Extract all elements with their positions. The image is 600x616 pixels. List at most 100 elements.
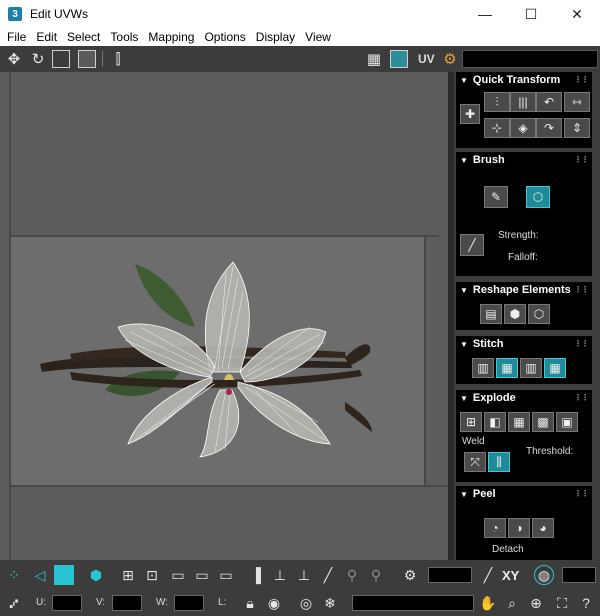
relax-button[interactable]: ⬢ bbox=[504, 304, 526, 324]
ring-selection-icon[interactable]: ▭ bbox=[192, 565, 212, 585]
brush-falloff-curve-button[interactable]: ╱ bbox=[460, 234, 484, 256]
v-coordinate-field[interactable] bbox=[112, 595, 142, 611]
stitch-header[interactable]: ▼ Stitch ⋮⋮ bbox=[456, 336, 592, 352]
break-button[interactable]: ⊞ bbox=[460, 412, 482, 432]
edge-loop-icon[interactable]: ▭ bbox=[216, 565, 236, 585]
texture-dropdown[interactable] bbox=[462, 50, 598, 68]
reset-peel-button[interactable]: ◕ bbox=[532, 518, 554, 538]
menu-display[interactable]: Display bbox=[251, 30, 300, 44]
grow-selection-icon[interactable]: ⊞ bbox=[118, 565, 138, 585]
pan-icon[interactable]: ✋ bbox=[478, 593, 498, 613]
explode-by-smoothing-button[interactable]: ▩ bbox=[532, 412, 554, 432]
xy-axis-label[interactable]: XY bbox=[502, 568, 519, 583]
zoom-icon[interactable]: ⌕ bbox=[502, 593, 522, 613]
close-button[interactable]: ✕ bbox=[554, 0, 600, 28]
stitch-to-source-button[interactable]: ▦ bbox=[544, 358, 566, 378]
falloff-select-icon[interactable]: ⚲ bbox=[366, 565, 386, 585]
rotate-ccw-button[interactable]: ↶ bbox=[536, 92, 562, 112]
space-vertical-button[interactable]: ⇕ bbox=[564, 118, 590, 138]
stitch-to-target-button[interactable]: ▦ bbox=[496, 358, 518, 378]
brush-select-icon[interactable]: ╱ bbox=[318, 565, 338, 585]
rotate-cw-button[interactable]: ↷ bbox=[536, 118, 562, 138]
detach-edge-verts-button[interactable]: ◧ bbox=[484, 412, 506, 432]
weld-selected-button[interactable]: ⤧ bbox=[464, 452, 486, 472]
w-coordinate-field[interactable] bbox=[174, 595, 204, 611]
selection-set-field[interactable] bbox=[352, 595, 474, 611]
explode-title: Explode bbox=[472, 392, 516, 404]
reshape-elements-header[interactable]: ▼ Reshape Elements ⋮⋮ bbox=[456, 282, 592, 298]
menu-options[interactable]: Options bbox=[199, 30, 250, 44]
move-icon[interactable]: ✥ bbox=[4, 49, 24, 69]
explode-by-material-button[interactable]: ▣ bbox=[556, 412, 578, 432]
transform-mode-icon[interactable]: ⑇ bbox=[4, 593, 24, 613]
align-vertical-button[interactable]: ||| bbox=[510, 92, 536, 112]
uv-viewport[interactable] bbox=[0, 72, 448, 560]
grip-icon: ⋮⋮ bbox=[574, 489, 589, 498]
align-center-button[interactable]: ◈ bbox=[510, 118, 536, 138]
edge-mode-icon[interactable]: ◁ bbox=[30, 565, 50, 585]
menu-file[interactable]: File bbox=[2, 30, 31, 44]
loop-selection-icon[interactable]: ▭ bbox=[168, 565, 188, 585]
v-label: V: bbox=[96, 597, 106, 608]
stitch-custom-button[interactable]: ▥ bbox=[472, 358, 494, 378]
menu-mapping[interactable]: Mapping bbox=[143, 30, 199, 44]
texture-icon[interactable] bbox=[390, 50, 408, 68]
paint-select-icon[interactable]: ⊥ bbox=[270, 565, 290, 585]
selection-toolbar: ⁘ ◁ ⬢ ⊞ ⊡ ▭ ▭ ▭ ▐ ⊥ ⊥ ╱ ⚲ ⚲ ⚙ ╱ XY ◍ bbox=[0, 560, 600, 590]
hide-icon[interactable]: ◉ bbox=[264, 593, 284, 613]
mirror-icon[interactable]: ⫿ bbox=[108, 49, 128, 69]
menu-select[interactable]: Select bbox=[62, 30, 105, 44]
soft-select-icon[interactable]: ⊥ bbox=[294, 565, 314, 585]
align-to-edge-button[interactable]: ⊹ bbox=[484, 118, 510, 138]
zoom-region-icon[interactable]: ⊕ bbox=[526, 593, 546, 613]
angle-value[interactable] bbox=[562, 567, 596, 583]
brush-header[interactable]: ▼ Brush ⋮⋮ bbox=[456, 152, 592, 168]
checker-pattern-icon[interactable]: ▦ bbox=[364, 49, 384, 69]
explode-header[interactable]: ▼ Explode ⋮⋮ bbox=[456, 390, 592, 406]
uv-label: UV bbox=[418, 52, 435, 66]
relax-settings-button[interactable]: ⬡ bbox=[528, 304, 550, 324]
soft-selection-value[interactable] bbox=[428, 567, 472, 583]
rotate-icon[interactable]: ↻ bbox=[28, 49, 48, 69]
space-horizontal-button[interactable]: ⇿ bbox=[564, 92, 590, 112]
paint-move-brush-button[interactable]: ✎ bbox=[484, 186, 508, 208]
strength-label: Strength: bbox=[498, 230, 539, 241]
weld-all-selected-button[interactable]: ⫼ bbox=[488, 452, 510, 472]
shrink-selection-icon[interactable]: ⊡ bbox=[142, 565, 162, 585]
freeform-icon[interactable] bbox=[78, 50, 96, 68]
soft-selection-settings-icon[interactable]: ⚙ bbox=[400, 565, 420, 585]
minimize-button[interactable]: — bbox=[462, 0, 508, 28]
show-icon[interactable]: ◎ bbox=[296, 593, 316, 613]
explode-by-polygon-button[interactable]: ▦ bbox=[508, 412, 530, 432]
u-coordinate-field[interactable] bbox=[52, 595, 82, 611]
settings-icon[interactable]: ⚙ bbox=[440, 49, 460, 69]
polygon-mode-icon[interactable] bbox=[54, 565, 74, 585]
rotation-angle-icon[interactable]: ╱ bbox=[478, 565, 498, 585]
center-pivot-button[interactable]: ✚ bbox=[460, 104, 480, 124]
quick-peel-button[interactable]: ◔ bbox=[484, 518, 506, 538]
relax-brush-button[interactable]: ⬡ bbox=[526, 186, 550, 208]
element-mode-icon[interactable]: ⬢ bbox=[86, 565, 106, 585]
straighten-button[interactable]: ▤ bbox=[480, 304, 502, 324]
peel-header[interactable]: ▼ Peel ⋮⋮ bbox=[456, 486, 592, 502]
quick-transform-header[interactable]: ▼ Quick Transform ⋮⋮ bbox=[456, 72, 592, 88]
detach-label: Detach bbox=[492, 544, 524, 555]
zoom-extents-icon[interactable]: ⛶ bbox=[552, 593, 572, 613]
lock-icon[interactable]: 🔒︎ bbox=[240, 593, 260, 613]
align-horizontal-button[interactable]: ⫶ bbox=[484, 92, 510, 112]
threshold-label: Threshold: bbox=[526, 446, 574, 457]
menu-tools[interactable]: Tools bbox=[105, 30, 143, 44]
menu-view[interactable]: View bbox=[300, 30, 336, 44]
vertex-mode-icon[interactable]: ⁘ bbox=[4, 565, 24, 585]
peel-mode-button[interactable]: ◑ bbox=[508, 518, 530, 538]
freeze-icon[interactable]: ❄ bbox=[320, 593, 340, 613]
select-inverse-icon[interactable]: ▐ bbox=[246, 565, 266, 585]
help-icon[interactable]: ? bbox=[576, 593, 596, 613]
lasso-select-icon[interactable]: ⚲ bbox=[342, 565, 362, 585]
maximize-button[interactable]: ☐ bbox=[508, 0, 554, 28]
menu-edit[interactable]: Edit bbox=[31, 30, 62, 44]
grip-icon: ⋮⋮ bbox=[574, 285, 589, 294]
stitch-to-average-button[interactable]: ▥ bbox=[520, 358, 542, 378]
snap-icon[interactable]: ◍ bbox=[534, 565, 554, 585]
scale-icon[interactable] bbox=[52, 50, 70, 68]
